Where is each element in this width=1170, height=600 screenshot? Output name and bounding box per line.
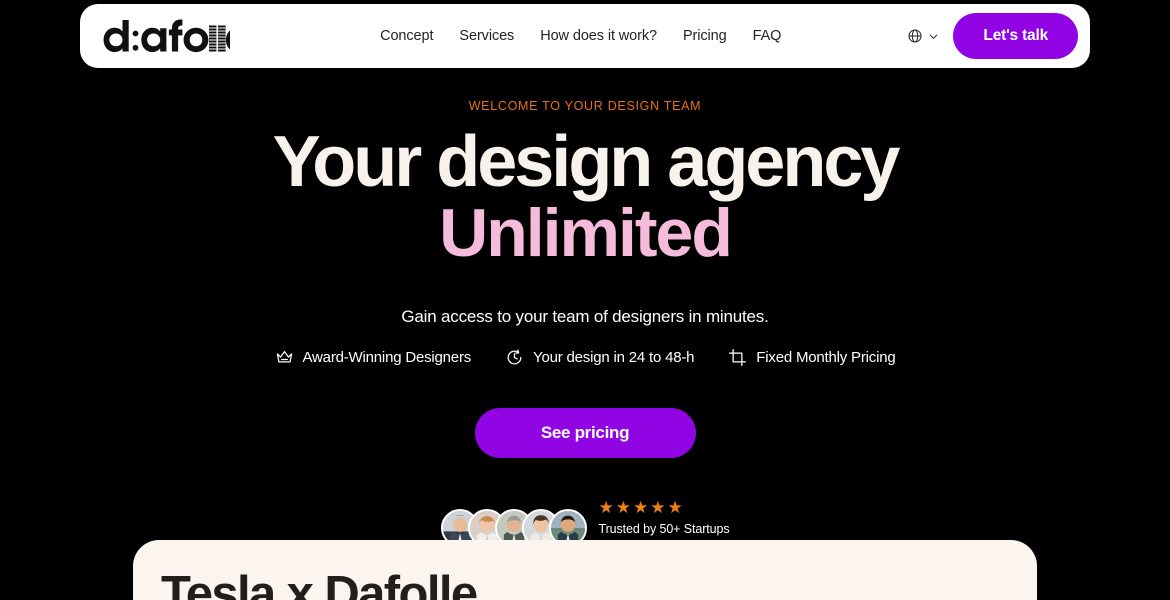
star-icon: ★	[667, 498, 683, 518]
globe-icon	[907, 28, 923, 44]
feature-label: Fixed Monthly Pricing	[756, 349, 896, 367]
see-pricing-button[interactable]: See pricing	[474, 408, 696, 459]
case-study-card[interactable]: Tesla x Dafolle	[133, 540, 1037, 600]
nav-item-services[interactable]: Services	[459, 29, 514, 44]
primary-nav: Concept Services How does it work? Prici…	[254, 29, 907, 44]
feature-turnaround-time: Your design in 24 to 48-h	[505, 348, 694, 367]
hero-eyebrow: WELCOME TO YOUR DESIGN TEAM	[468, 99, 702, 113]
lets-talk-button[interactable]: Let's talk	[953, 13, 1078, 59]
crown-icon	[275, 348, 294, 367]
social-proof-line-1: Trusted by 50+ Startups	[598, 522, 730, 537]
nav-item-concept[interactable]: Concept	[380, 29, 433, 44]
nav-item-faq[interactable]: FAQ	[753, 29, 782, 44]
star-icon: ★	[598, 498, 614, 518]
clock-refresh-icon	[505, 348, 524, 367]
feature-label: Your design in 24 to 48-h	[533, 349, 695, 367]
nav-item-pricing[interactable]: Pricing	[683, 29, 727, 44]
hero-cta-wrap: See pricing	[0, 408, 1170, 459]
star-icon: ★	[615, 498, 631, 518]
site-header: Concept Services How does it work? Prici…	[80, 4, 1090, 68]
hero-headline-accent: Unlimited	[439, 195, 733, 272]
hero-section: WELCOME TO YOUR DESIGN TEAM Your design …	[0, 100, 1170, 557]
hero-headline: Your design agency	[272, 121, 901, 202]
hero-subhead: Gain access to your team of designers in…	[401, 307, 769, 327]
language-selector[interactable]	[907, 28, 939, 44]
header-actions: Let's talk	[907, 13, 1078, 59]
case-study-title: Tesla x Dafolle	[161, 567, 478, 600]
feature-fixed-monthly-pricing: Fixed Monthly Pricing	[728, 348, 896, 367]
star-rating: ★ ★ ★ ★ ★	[599, 499, 730, 516]
logo-dafolle[interactable]	[102, 14, 230, 58]
crop-icon	[728, 348, 747, 367]
hero-feature-list: Award-Winning Designers Your design in 2…	[0, 348, 1170, 367]
nav-item-how-does-it-work[interactable]: How does it work?	[540, 29, 657, 44]
star-icon: ★	[650, 498, 666, 518]
feature-label: Award-Winning Designers	[302, 349, 472, 367]
star-icon: ★	[633, 498, 649, 518]
feature-award-winning-designers: Award-Winning Designers	[275, 348, 472, 367]
chevron-down-icon	[928, 31, 939, 42]
